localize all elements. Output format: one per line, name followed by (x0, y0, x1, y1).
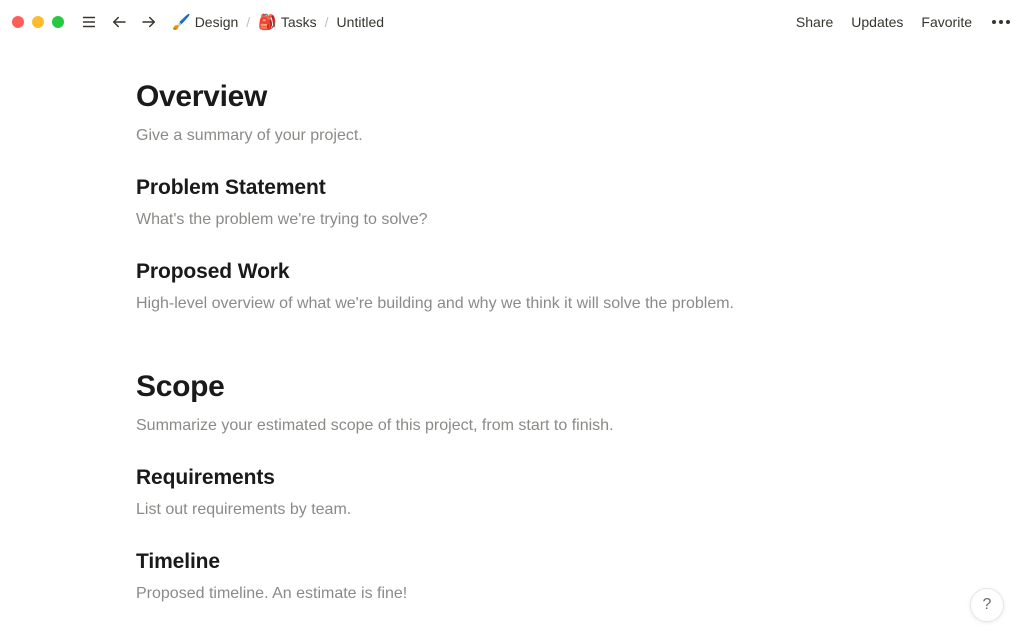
breadcrumb-item-tasks[interactable]: 🎒 Tasks (256, 12, 318, 32)
breadcrumb-label: Untitled (337, 14, 384, 30)
heading-scope[interactable]: Scope (136, 370, 876, 404)
more-menu-icon[interactable] (990, 18, 1012, 26)
body-proposed-work[interactable]: High-level overview of what we're buildi… (136, 292, 876, 316)
updates-button[interactable]: Updates (851, 14, 903, 30)
help-button[interactable]: ? (970, 588, 1004, 622)
breadcrumb-item-design[interactable]: 🖌️ Design (170, 12, 240, 32)
body-requirements[interactable]: List out requirements by team. (136, 498, 876, 522)
nav-back-icon[interactable] (108, 11, 130, 33)
breadcrumb: 🖌️ Design / 🎒 Tasks / Untitled (170, 12, 386, 32)
heading-timeline[interactable]: Timeline (136, 550, 876, 574)
body-scope[interactable]: Summarize your estimated scope of this p… (136, 414, 876, 438)
window-minimize-dot[interactable] (32, 16, 44, 28)
window-close-dot[interactable] (12, 16, 24, 28)
breadcrumb-label: Tasks (281, 14, 317, 30)
sidebar-toggle-icon[interactable] (78, 11, 100, 33)
breadcrumb-separator: / (325, 14, 329, 30)
breadcrumb-label: Design (195, 14, 239, 30)
spacer (136, 316, 876, 364)
content-scroll[interactable]: Overview Give a summary of your project.… (0, 44, 1024, 640)
heading-problem-statement[interactable]: Problem Statement (136, 176, 876, 200)
topbar-left: 🖌️ Design / 🎒 Tasks / Untitled (12, 11, 386, 33)
favorite-button[interactable]: Favorite (921, 14, 972, 30)
nav-forward-icon[interactable] (138, 11, 160, 33)
backpack-icon: 🎒 (258, 15, 277, 30)
window-zoom-dot[interactable] (52, 16, 64, 28)
body-problem-statement[interactable]: What's the problem we're trying to solve… (136, 208, 876, 232)
breadcrumb-separator: / (246, 14, 250, 30)
heading-proposed-work[interactable]: Proposed Work (136, 260, 876, 284)
body-overview[interactable]: Give a summary of your project. (136, 124, 876, 148)
topbar: 🖌️ Design / 🎒 Tasks / Untitled Share Upd… (0, 0, 1024, 44)
topbar-right: Share Updates Favorite (796, 14, 1012, 30)
brush-icon: 🖌️ (172, 15, 191, 30)
heading-requirements[interactable]: Requirements (136, 466, 876, 490)
heading-overview[interactable]: Overview (136, 80, 876, 114)
share-button[interactable]: Share (796, 14, 833, 30)
breadcrumb-item-current[interactable]: Untitled (335, 12, 386, 32)
window-controls (12, 16, 64, 28)
body-timeline[interactable]: Proposed timeline. An estimate is fine! (136, 582, 876, 606)
document: Overview Give a summary of your project.… (136, 80, 876, 606)
